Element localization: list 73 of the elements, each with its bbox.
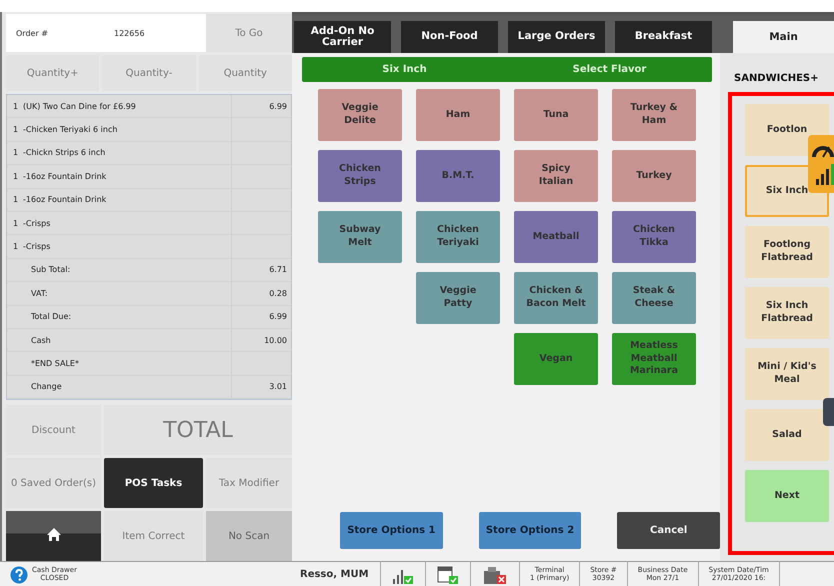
order-item: -Chickn Strips 6 inch: [22, 148, 106, 158]
cash-drawer-error-icon: [481, 564, 509, 584]
home-button[interactable]: [6, 511, 101, 561]
side-handle[interactable]: [823, 398, 834, 426]
signal-icon: [816, 164, 834, 185]
calendar-check-icon: [436, 564, 460, 584]
menu-item-button[interactable]: Spicy Italian: [514, 150, 598, 202]
size-button[interactable]: Mini / Kid's Meal: [745, 348, 829, 400]
menu-item-button[interactable]: Subway Melt: [318, 211, 402, 263]
menu-item-button[interactable]: B.M.T.: [416, 150, 500, 202]
cancel-button[interactable]: Cancel: [617, 512, 720, 549]
menu-item-button[interactable]: Veggie Delite: [318, 89, 402, 141]
quantity-text: 1: [12, 195, 20, 204]
menu-item-button[interactable]: Meatball: [514, 211, 598, 263]
order-item: -Crisps: [22, 242, 52, 252]
menu-item-button[interactable]: Turkey & Ham: [612, 89, 696, 141]
order-item: Total Due:: [30, 312, 72, 322]
store-options-button[interactable]: Store Options 1: [340, 512, 443, 549]
price-text: 6.99: [269, 312, 287, 322]
order-item: -Chicken Teriyaki 6 inch: [22, 125, 118, 134]
menu-item-button[interactable]: Veggie Patty: [416, 272, 500, 324]
size-button[interactable]: Salad: [745, 409, 829, 461]
speed-toast[interactable]: [808, 135, 834, 193]
order-item: Change: [30, 382, 63, 392]
order-item: Sub Total:: [30, 265, 72, 274]
size-button[interactable]: Footlong Flatbread: [745, 226, 829, 278]
order-item: -16oz Fountain Drink: [22, 195, 108, 204]
order-number: 122656: [113, 28, 146, 38]
size-button[interactable]: Six Inch Flatbread: [745, 287, 829, 339]
price-text: 10.00: [264, 336, 287, 345]
menu-item-button[interactable]: Chicken Teriyaki: [416, 211, 500, 263]
size-text: Six Inch: [381, 64, 428, 75]
category-tab[interactable]: Non-Food: [401, 21, 498, 53]
help-icon[interactable]: [10, 566, 28, 584]
category-tab[interactable]: Add-On No Carrier: [294, 21, 391, 53]
action-button[interactable]: POS Tasks: [104, 458, 203, 508]
order-item: -16oz Fountain Drink: [22, 172, 108, 181]
prompt-text: Select Flavor: [572, 64, 648, 75]
quantity-text: 1: [12, 148, 20, 158]
order-item: Cash: [30, 336, 52, 345]
menu-item-button[interactable]: Turkey: [612, 150, 696, 202]
menu-item-button[interactable]: Chicken Strips: [318, 150, 402, 202]
user-name: Resso, MUM: [282, 562, 381, 586]
order-item: *END SALE*: [30, 358, 80, 368]
store-options-button[interactable]: Store Options 2: [478, 512, 582, 549]
price-text: 6.99: [269, 102, 287, 111]
quantity-text: 1: [12, 102, 20, 111]
menu-item-button[interactable]: Meatless Meatball Marinara: [612, 333, 696, 385]
menu-item-button[interactable]: Tuna: [514, 89, 598, 141]
quantity-text: 1: [12, 125, 20, 134]
gauge-icon: [812, 146, 834, 158]
next-button[interactable]: Next: [745, 470, 829, 522]
quantity-text: 1: [12, 242, 20, 252]
menu-item-button[interactable]: Ham: [416, 89, 500, 141]
menu-item-button[interactable]: Chicken & Bacon Melt: [514, 272, 598, 324]
category-tab[interactable]: Breakfast: [615, 21, 712, 53]
category-tab[interactable]: Large Orders: [508, 21, 605, 53]
menu-item-button[interactable]: Steak & Cheese: [612, 272, 696, 324]
order-item: (UK) Two Can Dine for £6.99: [22, 102, 137, 111]
home-icon: [46, 527, 62, 542]
order-item: VAT:: [30, 288, 49, 298]
quantity-text: 1: [12, 218, 20, 228]
menu-item-button[interactable]: Vegan: [514, 333, 598, 385]
order-label: Order #: [15, 28, 49, 38]
price-text: 0.28: [269, 288, 287, 298]
price-text: 6.71: [269, 265, 287, 274]
order-item: -Crisps: [22, 218, 52, 228]
quantity-text: 1: [12, 172, 20, 181]
main-tab[interactable]: Main: [733, 21, 834, 53]
size-button[interactable]: Footlon: [745, 104, 829, 156]
menu-item-button[interactable]: Chicken Tikka: [612, 211, 696, 263]
section-title: SANDWICHES+: [733, 72, 820, 84]
price-text: 3.01: [269, 382, 287, 392]
